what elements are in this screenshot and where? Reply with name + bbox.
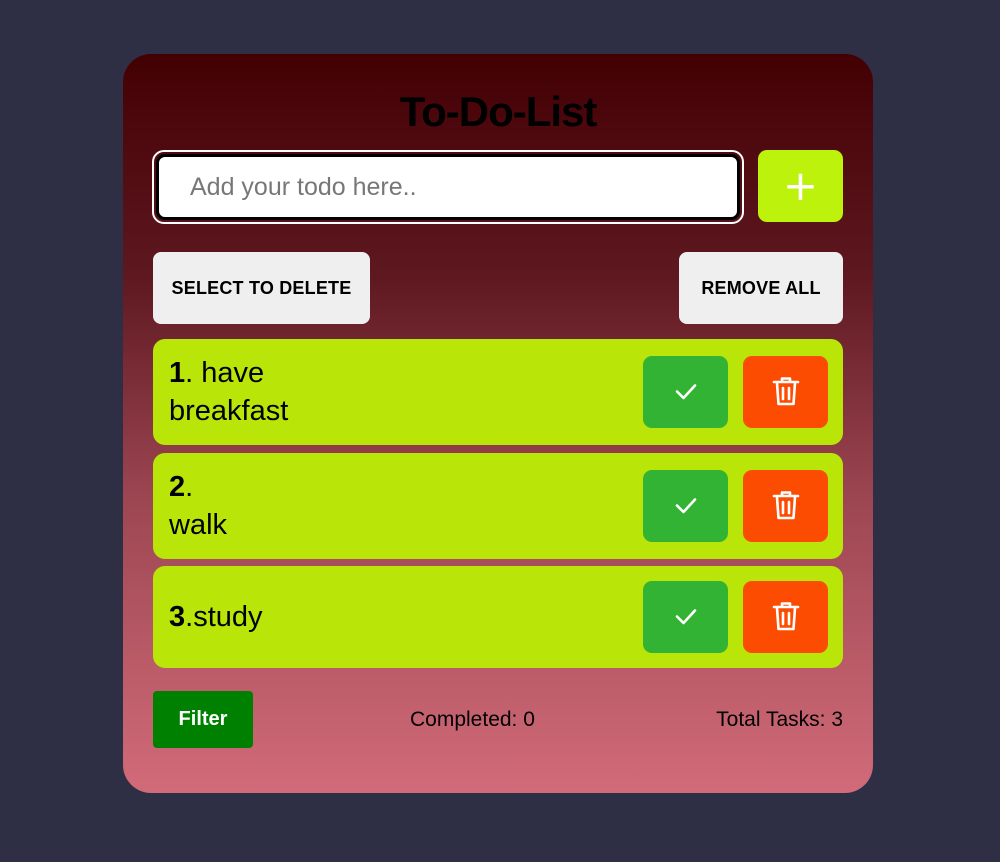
trash-icon xyxy=(772,600,800,635)
complete-button[interactable] xyxy=(643,356,728,428)
todo-item-label: .study xyxy=(185,601,263,633)
todo-item-text: 1. have breakfast xyxy=(169,354,288,430)
total-tasks-count: Total Tasks: 3 xyxy=(716,708,843,731)
select-to-delete-button[interactable]: SELECT TO DELETE xyxy=(153,252,370,324)
filter-button[interactable]: Filter xyxy=(153,691,253,748)
check-icon xyxy=(674,379,698,406)
todo-card: To-Do-List + SELECT TO DELETE REMOVE ALL… xyxy=(123,54,873,793)
todo-item-number: 1 xyxy=(169,357,186,389)
delete-button[interactable] xyxy=(743,470,828,542)
check-icon xyxy=(674,493,698,520)
todo-item-number: 3 xyxy=(169,601,186,633)
todo-input[interactable] xyxy=(156,154,740,220)
remove-all-button[interactable]: REMOVE ALL xyxy=(679,252,843,324)
todo-item-label: . have breakfast xyxy=(169,357,289,427)
add-todo-button[interactable]: + xyxy=(758,150,843,222)
todo-item: 2. walk xyxy=(153,453,843,559)
todo-item-text: 2. walk xyxy=(169,468,227,544)
completed-count: Completed: 0 xyxy=(410,708,535,731)
complete-button[interactable] xyxy=(643,581,728,653)
check-icon xyxy=(674,604,698,631)
todo-item: 1. have breakfast xyxy=(153,339,843,445)
todo-item: 3.study xyxy=(153,566,843,668)
delete-button[interactable] xyxy=(743,356,828,428)
trash-icon xyxy=(772,489,800,524)
todo-item-number: 2 xyxy=(169,471,186,503)
todo-item-text: 3.study xyxy=(169,598,263,636)
page-title: To-Do-List xyxy=(399,88,598,135)
delete-button[interactable] xyxy=(743,581,828,653)
trash-icon xyxy=(772,375,800,410)
complete-button[interactable] xyxy=(643,470,728,542)
todo-input-wrapper xyxy=(152,150,744,224)
